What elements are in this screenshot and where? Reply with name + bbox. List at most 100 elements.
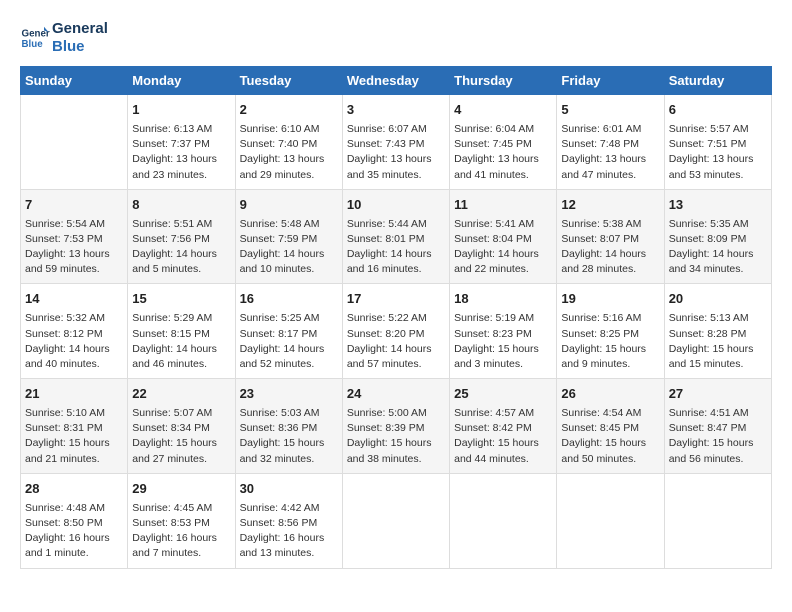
day-cell: 24 Sunrise: 5:00 AMSunset: 8:39 PMDayligh… xyxy=(342,379,449,474)
day-info: Sunrise: 5:10 AMSunset: 8:31 PMDaylight:… xyxy=(25,406,123,467)
week-row-1: 1Sunrise: 6:13 AMSunset: 7:37 PMDaylight… xyxy=(21,95,772,190)
day-number: 20 xyxy=(669,290,767,309)
header-day-thursday: Thursday xyxy=(450,67,557,95)
header-day-wednesday: Wednesday xyxy=(342,67,449,95)
day-cell: 10 Sunrise: 5:44 AMSunset: 8:01 PMDayligh… xyxy=(342,189,449,284)
day-info: Sunrise: 4:45 AMSunset: 8:53 PMDaylight:… xyxy=(132,501,230,562)
day-number: 8 xyxy=(132,196,230,215)
logo-blue: Blue xyxy=(52,38,108,56)
day-cell: 1Sunrise: 6:13 AMSunset: 7:37 PMDaylight… xyxy=(128,95,235,190)
day-number: 12 xyxy=(561,196,659,215)
logo-general: General xyxy=(52,20,108,38)
header-row: SundayMondayTuesdayWednesdayThursdayFrid… xyxy=(21,67,772,95)
day-cell: 18 Sunrise: 5:19 AMSunset: 8:23 PMDayligh… xyxy=(450,284,557,379)
day-cell: 29 Sunrise: 4:45 AMSunset: 8:53 PMDayligh… xyxy=(128,473,235,568)
day-info: Sunrise: 5:19 AMSunset: 8:23 PMDaylight:… xyxy=(454,311,552,372)
day-number: 26 xyxy=(561,385,659,404)
day-info: Sunrise: 5:41 AMSunset: 8:04 PMDaylight:… xyxy=(454,217,552,278)
day-info: Sunrise: 5:44 AMSunset: 8:01 PMDaylight:… xyxy=(347,217,445,278)
day-cell: 6Sunrise: 5:57 AMSunset: 7:51 PMDaylight… xyxy=(664,95,771,190)
day-info: Sunrise: 6:07 AMSunset: 7:43 PMDaylight:… xyxy=(347,122,445,183)
day-number: 23 xyxy=(240,385,338,404)
day-info: Sunrise: 5:16 AMSunset: 8:25 PMDaylight:… xyxy=(561,311,659,372)
day-info: Sunrise: 5:25 AMSunset: 8:17 PMDaylight:… xyxy=(240,311,338,372)
day-cell: 30 Sunrise: 4:42 AMSunset: 8:56 PMDayligh… xyxy=(235,473,342,568)
day-info: Sunrise: 5:03 AMSunset: 8:36 PMDaylight:… xyxy=(240,406,338,467)
header-day-monday: Monday xyxy=(128,67,235,95)
day-cell: 25 Sunrise: 4:57 AMSunset: 8:42 PMDayligh… xyxy=(450,379,557,474)
day-cell: 27 Sunrise: 4:51 AMSunset: 8:47 PMDayligh… xyxy=(664,379,771,474)
day-cell xyxy=(450,473,557,568)
day-info: Sunrise: 5:22 AMSunset: 8:20 PMDaylight:… xyxy=(347,311,445,372)
calendar-table: SundayMondayTuesdayWednesdayThursdayFrid… xyxy=(20,66,772,569)
day-info: Sunrise: 6:01 AMSunset: 7:48 PMDaylight:… xyxy=(561,122,659,183)
day-number: 7 xyxy=(25,196,123,215)
day-number: 17 xyxy=(347,290,445,309)
week-row-3: 14 Sunrise: 5:32 AMSunset: 8:12 PMDayligh… xyxy=(21,284,772,379)
day-cell: 4Sunrise: 6:04 AMSunset: 7:45 PMDaylight… xyxy=(450,95,557,190)
header-day-tuesday: Tuesday xyxy=(235,67,342,95)
day-number: 21 xyxy=(25,385,123,404)
day-number: 6 xyxy=(669,101,767,120)
header-day-friday: Friday xyxy=(557,67,664,95)
day-cell: 23 Sunrise: 5:03 AMSunset: 8:36 PMDayligh… xyxy=(235,379,342,474)
day-cell: 22Sunrise: 5:07 AMSunset: 8:34 PMDayligh… xyxy=(128,379,235,474)
day-number: 22 xyxy=(132,385,230,404)
week-row-5: 28 Sunrise: 4:48 AMSunset: 8:50 PMDayligh… xyxy=(21,473,772,568)
day-info: Sunrise: 4:42 AMSunset: 8:56 PMDaylight:… xyxy=(240,501,338,562)
day-info: Sunrise: 4:54 AMSunset: 8:45 PMDaylight:… xyxy=(561,406,659,467)
day-number: 13 xyxy=(669,196,767,215)
day-number: 25 xyxy=(454,385,552,404)
day-info: Sunrise: 5:00 AMSunset: 8:39 PMDaylight:… xyxy=(347,406,445,467)
day-number: 27 xyxy=(669,385,767,404)
day-number: 15 xyxy=(132,290,230,309)
day-info: Sunrise: 4:57 AMSunset: 8:42 PMDaylight:… xyxy=(454,406,552,467)
day-number: 10 xyxy=(347,196,445,215)
day-cell: 8 Sunrise: 5:51 AMSunset: 7:56 PMDaylight… xyxy=(128,189,235,284)
day-cell xyxy=(21,95,128,190)
day-number: 29 xyxy=(132,480,230,499)
day-number: 28 xyxy=(25,480,123,499)
day-info: Sunrise: 5:38 AMSunset: 8:07 PMDaylight:… xyxy=(561,217,659,278)
header-day-saturday: Saturday xyxy=(664,67,771,95)
day-cell: 19Sunrise: 5:16 AMSunset: 8:25 PMDayligh… xyxy=(557,284,664,379)
day-cell: 17 Sunrise: 5:22 AMSunset: 8:20 PMDayligh… xyxy=(342,284,449,379)
day-number: 2 xyxy=(240,101,338,120)
day-cell: 5Sunrise: 6:01 AMSunset: 7:48 PMDaylight… xyxy=(557,95,664,190)
page-header: General Blue General Blue xyxy=(20,20,772,56)
day-cell: 28 Sunrise: 4:48 AMSunset: 8:50 PMDayligh… xyxy=(21,473,128,568)
day-cell xyxy=(342,473,449,568)
day-number: 18 xyxy=(454,290,552,309)
day-cell: 14 Sunrise: 5:32 AMSunset: 8:12 PMDayligh… xyxy=(21,284,128,379)
day-info: Sunrise: 6:10 AMSunset: 7:40 PMDaylight:… xyxy=(240,122,338,183)
day-cell: 3Sunrise: 6:07 AMSunset: 7:43 PMDaylight… xyxy=(342,95,449,190)
logo-icon: General Blue xyxy=(20,23,50,53)
day-number: 30 xyxy=(240,480,338,499)
day-cell: 26 Sunrise: 4:54 AMSunset: 8:45 PMDayligh… xyxy=(557,379,664,474)
day-cell: 2 Sunrise: 6:10 AMSunset: 7:40 PMDaylight… xyxy=(235,95,342,190)
day-number: 14 xyxy=(25,290,123,309)
day-cell: 21 Sunrise: 5:10 AMSunset: 8:31 PMDayligh… xyxy=(21,379,128,474)
day-number: 24 xyxy=(347,385,445,404)
day-number: 11 xyxy=(454,196,552,215)
week-row-2: 7 Sunrise: 5:54 AMSunset: 7:53 PMDaylight… xyxy=(21,189,772,284)
day-info: Sunrise: 6:13 AMSunset: 7:37 PMDaylight:… xyxy=(132,122,230,183)
day-info: Sunrise: 4:51 AMSunset: 8:47 PMDaylight:… xyxy=(669,406,767,467)
day-cell xyxy=(664,473,771,568)
day-number: 16 xyxy=(240,290,338,309)
day-info: Sunrise: 5:51 AMSunset: 7:56 PMDaylight:… xyxy=(132,217,230,278)
day-info: Sunrise: 6:04 AMSunset: 7:45 PMDaylight:… xyxy=(454,122,552,183)
day-cell: 20 Sunrise: 5:13 AMSunset: 8:28 PMDayligh… xyxy=(664,284,771,379)
day-cell: 12 Sunrise: 5:38 AMSunset: 8:07 PMDayligh… xyxy=(557,189,664,284)
week-row-4: 21 Sunrise: 5:10 AMSunset: 8:31 PMDayligh… xyxy=(21,379,772,474)
day-info: Sunrise: 5:54 AMSunset: 7:53 PMDaylight:… xyxy=(25,217,123,278)
day-info: Sunrise: 5:48 AMSunset: 7:59 PMDaylight:… xyxy=(240,217,338,278)
day-info: Sunrise: 5:32 AMSunset: 8:12 PMDaylight:… xyxy=(25,311,123,372)
day-info: Sunrise: 5:13 AMSunset: 8:28 PMDaylight:… xyxy=(669,311,767,372)
day-info: Sunrise: 4:48 AMSunset: 8:50 PMDaylight:… xyxy=(25,501,123,562)
day-number: 9 xyxy=(240,196,338,215)
day-cell: 13Sunrise: 5:35 AMSunset: 8:09 PMDayligh… xyxy=(664,189,771,284)
day-cell: 9 Sunrise: 5:48 AMSunset: 7:59 PMDaylight… xyxy=(235,189,342,284)
day-cell: 11 Sunrise: 5:41 AMSunset: 8:04 PMDayligh… xyxy=(450,189,557,284)
svg-text:Blue: Blue xyxy=(22,39,44,50)
